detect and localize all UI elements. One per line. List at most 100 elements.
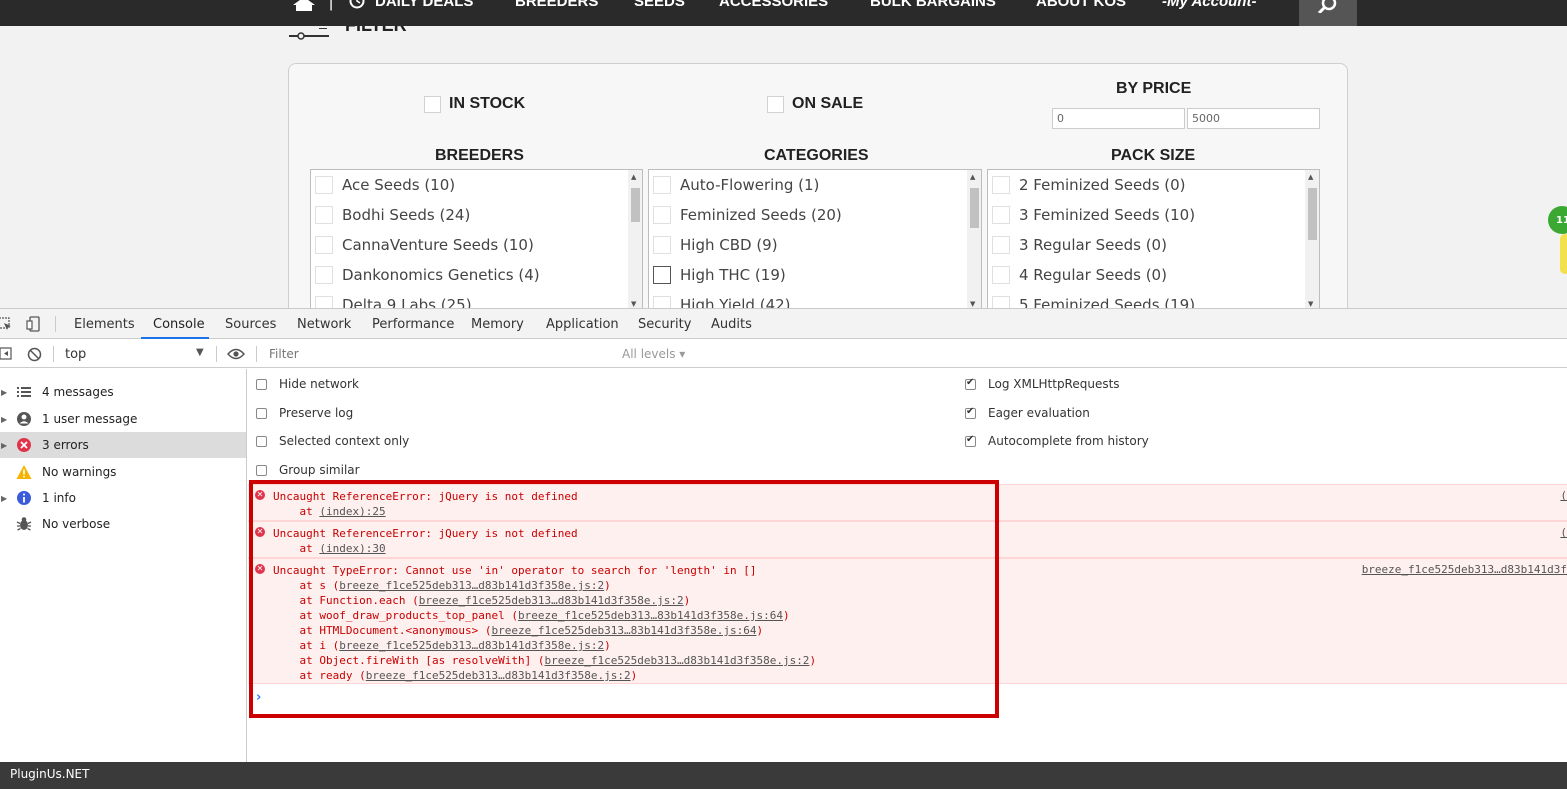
preserve-log-setting[interactable]: Preserve log bbox=[256, 406, 353, 420]
sidebar-toggle-icon[interactable] bbox=[0, 347, 13, 361]
checkbox[interactable] bbox=[315, 206, 333, 224]
nav-bulk-bargains[interactable]: BULK BARGAINS bbox=[870, 0, 996, 10]
checkbox[interactable] bbox=[653, 266, 671, 284]
console-filter-input[interactable] bbox=[263, 343, 613, 364]
nav-breeders[interactable]: BREEDERS bbox=[515, 0, 598, 10]
expand-caret-icon[interactable]: ▶ bbox=[1, 441, 7, 450]
sidebar-item-user-messages[interactable]: ▶ 1 user message bbox=[0, 406, 246, 432]
tab-audits[interactable]: Audits bbox=[711, 317, 752, 332]
checkbox[interactable] bbox=[653, 236, 671, 254]
checkbox[interactable] bbox=[992, 236, 1010, 254]
sidebar-item-warnings[interactable]: No warnings bbox=[0, 459, 246, 485]
source-link[interactable]: breeze_f1ce525deb313…d83b141d3f bbox=[1362, 563, 1567, 576]
tab-memory[interactable]: Memory bbox=[471, 317, 524, 332]
checkbox[interactable] bbox=[256, 407, 267, 419]
sidebar-item-info[interactable]: ▶ 1 info bbox=[0, 485, 246, 511]
source-link[interactable]: breeze_f1ce525deb313…d83b141d3f358e.js:2 bbox=[339, 639, 604, 652]
list-item[interactable]: High Yield (42) bbox=[649, 290, 981, 308]
source-link[interactable]: breeze_f1ce525deb313…83b141d3f358e.js:64 bbox=[518, 609, 783, 622]
source-link[interactable]: breeze_f1ce525deb313…d83b141d3f358e.js:2 bbox=[545, 654, 810, 667]
selected-context-only-setting[interactable]: Selected context only bbox=[256, 434, 409, 448]
log-levels-dropdown[interactable]: All levels ▾ bbox=[622, 347, 685, 361]
in-stock-toggle[interactable]: IN STOCK bbox=[424, 95, 525, 113]
list-item[interactable]: CannaVenture Seeds (10) bbox=[311, 230, 642, 260]
scrollbar-thumb[interactable] bbox=[1308, 188, 1317, 240]
list-item[interactable]: 5 Feminized Seeds (19) bbox=[988, 290, 1319, 308]
pack-size-scrollbar[interactable]: ▲ ▼ bbox=[1305, 170, 1319, 308]
side-tab[interactable] bbox=[1560, 234, 1567, 274]
checkbox[interactable] bbox=[315, 296, 333, 308]
context-select[interactable]: top bbox=[65, 347, 86, 362]
eager-evaluation-setting[interactable]: Eager evaluation bbox=[965, 406, 1090, 420]
tab-application[interactable]: Application bbox=[546, 317, 619, 332]
tab-network[interactable]: Network bbox=[297, 317, 351, 332]
home-icon[interactable] bbox=[293, 0, 315, 11]
in-stock-checkbox[interactable] bbox=[424, 95, 441, 113]
log-xhr-setting[interactable]: Log XMLHttpRequests bbox=[965, 377, 1120, 391]
context-dropdown-arrow-icon[interactable]: ▼ bbox=[196, 347, 204, 358]
on-sale-toggle[interactable]: ON SALE bbox=[767, 95, 863, 113]
checkbox[interactable] bbox=[256, 378, 267, 390]
source-link[interactable]: breeze_f1ce525deb313…83b141d3f358e.js:64 bbox=[492, 624, 757, 637]
price-max-input[interactable] bbox=[1187, 108, 1320, 129]
source-link[interactable]: (index):30 bbox=[319, 542, 385, 555]
checkbox[interactable] bbox=[256, 435, 267, 447]
notification-badge[interactable]: 11 bbox=[1548, 206, 1567, 234]
list-item[interactable]: 2 Feminized Seeds (0) bbox=[988, 170, 1319, 200]
breeders-scrollbar[interactable]: ▲ ▼ bbox=[628, 170, 642, 308]
checkbox[interactable] bbox=[256, 464, 267, 476]
source-link[interactable]: ( bbox=[1560, 489, 1567, 502]
scrollbar-thumb[interactable] bbox=[970, 188, 979, 228]
scrollbar-thumb[interactable] bbox=[631, 188, 640, 222]
nav-my-account[interactable]: -My Account- bbox=[1162, 0, 1256, 10]
checkbox[interactable] bbox=[315, 266, 333, 284]
scroll-up-arrow-icon[interactable]: ▲ bbox=[970, 173, 975, 181]
tab-elements[interactable]: Elements bbox=[74, 317, 135, 332]
checkbox[interactable] bbox=[992, 296, 1010, 308]
scroll-up-arrow-icon[interactable]: ▲ bbox=[1308, 173, 1313, 181]
checkbox[interactable] bbox=[315, 236, 333, 254]
autocomplete-history-setting[interactable]: Autocomplete from history bbox=[965, 434, 1149, 448]
list-item[interactable]: 4 Regular Seeds (0) bbox=[988, 260, 1319, 290]
source-link[interactable]: breeze_f1ce525deb313…d83b141d3f358e.js:2 bbox=[419, 594, 684, 607]
expand-caret-icon[interactable]: ▶ bbox=[1, 388, 7, 397]
list-item[interactable]: 3 Feminized Seeds (10) bbox=[988, 200, 1319, 230]
group-similar-setting[interactable]: Group similar bbox=[256, 463, 360, 477]
sidebar-item-verbose[interactable]: No verbose bbox=[0, 511, 246, 537]
hide-network-setting[interactable]: Hide network bbox=[256, 377, 359, 391]
tab-console[interactable]: Console bbox=[153, 317, 205, 332]
sidebar-item-messages[interactable]: ▶ 4 messages bbox=[0, 379, 246, 405]
scroll-up-arrow-icon[interactable]: ▲ bbox=[631, 173, 636, 181]
price-min-input[interactable] bbox=[1052, 108, 1185, 129]
scroll-down-arrow-icon[interactable]: ▼ bbox=[970, 300, 975, 308]
checkbox[interactable] bbox=[992, 266, 1010, 284]
checkbox[interactable] bbox=[965, 377, 976, 390]
on-sale-checkbox[interactable] bbox=[767, 95, 784, 113]
console-error-message[interactable]: ✕ Uncaught ReferenceError: jQuery is not… bbox=[248, 521, 1567, 558]
breeders-list[interactable]: Ace Seeds (10) Bodhi Seeds (24) CannaVen… bbox=[310, 169, 643, 308]
device-toolbar-icon[interactable] bbox=[26, 316, 42, 332]
nav-about-kos[interactable]: ABOUT KOS bbox=[1036, 0, 1126, 10]
list-item[interactable]: Feminized Seeds (20) bbox=[649, 200, 981, 230]
nav-accessories[interactable]: ACCESSORIES bbox=[719, 0, 828, 10]
expand-caret-icon[interactable]: ▶ bbox=[1, 494, 7, 503]
expand-caret-icon[interactable]: ▶ bbox=[1, 415, 7, 424]
list-item[interactable]: High CBD (9) bbox=[649, 230, 981, 260]
list-item[interactable]: 3 Regular Seeds (0) bbox=[988, 230, 1319, 260]
checkbox[interactable] bbox=[653, 206, 671, 224]
tab-performance[interactable]: Performance bbox=[372, 317, 454, 332]
checkbox[interactable] bbox=[965, 406, 976, 419]
categories-list[interactable]: Auto-Flowering (1) Feminized Seeds (20) … bbox=[648, 169, 982, 308]
checkbox[interactable] bbox=[992, 176, 1010, 194]
tab-sources[interactable]: Sources bbox=[225, 317, 276, 332]
categories-scrollbar[interactable]: ▲ ▼ bbox=[967, 170, 981, 308]
pack-size-list[interactable]: 2 Feminized Seeds (0) 3 Feminized Seeds … bbox=[987, 169, 1320, 308]
list-item[interactable]: Delta 9 Labs (25) bbox=[311, 290, 642, 308]
list-item[interactable]: Dankonomics Genetics (4) bbox=[311, 260, 642, 290]
source-link[interactable]: breeze_f1ce525deb313…d83b141d3f358e.js:2 bbox=[339, 579, 604, 592]
list-item[interactable]: Bodhi Seeds (24) bbox=[311, 200, 642, 230]
nav-seeds[interactable]: SEEDS bbox=[634, 0, 685, 10]
nav-search-button[interactable] bbox=[1299, 0, 1357, 26]
checkbox[interactable] bbox=[653, 176, 671, 194]
live-expression-eye-icon[interactable] bbox=[227, 348, 245, 360]
